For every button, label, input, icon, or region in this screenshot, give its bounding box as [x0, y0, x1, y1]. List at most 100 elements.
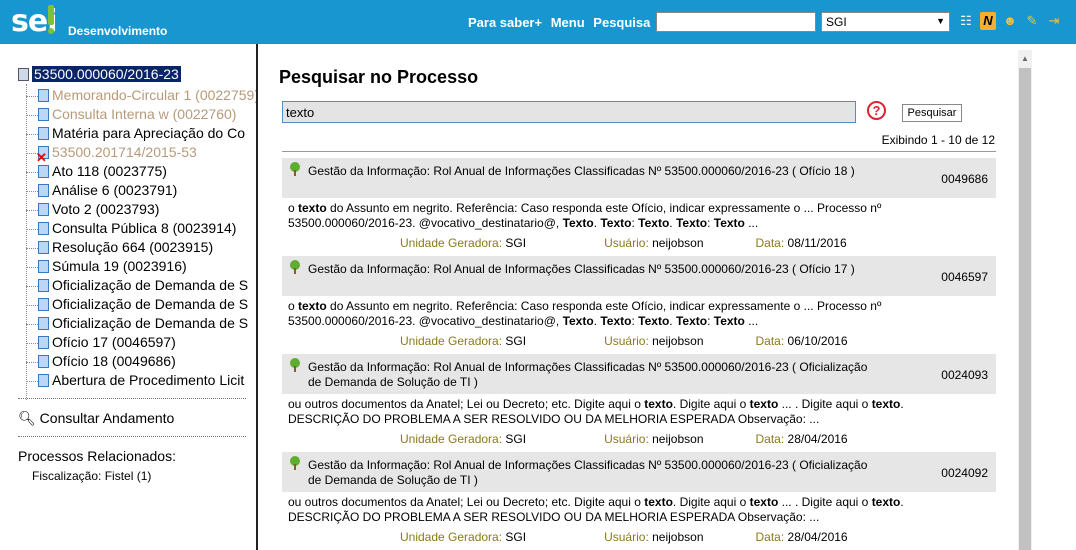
divider [282, 151, 996, 152]
tree-item[interactable]: Memorando-Circular 1 (0022759) [26, 86, 258, 105]
tree-item[interactable]: Oficialização de Demanda de S [26, 314, 248, 333]
date-label: Data: [755, 236, 785, 250]
result-card: Gestão da Informação: Rol Anual de Infor… [282, 256, 996, 348]
result-card: Gestão da Informação: Rol Anual de Infor… [282, 452, 996, 544]
tree-item[interactable]: Resolução 664 (0023915) [26, 238, 213, 257]
result-title[interactable]: Gestão da Informação: Rol Anual de Infor… [308, 458, 868, 488]
result-number[interactable]: 0024093 [941, 368, 988, 382]
tree-item[interactable]: Ofício 17 (0046597) [26, 333, 176, 352]
chevron-down-icon: ▼ [936, 16, 945, 26]
unit-select[interactable]: SGI ▼ [821, 12, 950, 32]
logo-mark [48, 5, 54, 25]
scroll-up-icon[interactable]: ▲ [1021, 54, 1029, 63]
tree-connector [26, 323, 38, 325]
tools-icon[interactable]: ✎ [1024, 12, 1040, 30]
link-para-saber[interactable]: Para saber+ [468, 15, 542, 30]
document-icon [38, 184, 49, 197]
list-icon[interactable]: ☷ [958, 12, 974, 30]
tree-connector [26, 209, 38, 211]
tree-item[interactable]: ✕ 53500.201714/2015-53 [26, 143, 197, 165]
tree-item-label: Consulta Interna w (0022760) [52, 106, 237, 122]
user-label: Usuário: [604, 334, 649, 348]
tree-item[interactable]: Ofício 18 (0049686) [26, 352, 176, 371]
date-value: 08/11/2016 [787, 236, 847, 250]
tree-item[interactable]: Ato 118 (0023775) [26, 162, 167, 181]
scrollbar-thumb[interactable] [1019, 68, 1031, 550]
cancelled-document-icon: ✕ [36, 146, 49, 165]
tree-item[interactable]: Oficialização de Demanda de S [26, 295, 248, 314]
consult-andamento-link[interactable]: 🔍︎ Consultar Andamento [18, 410, 174, 427]
consult-andamento-label: Consultar Andamento [39, 410, 175, 426]
link-pesquisa[interactable]: Pesquisa [593, 15, 650, 30]
date-value: 28/04/2016 [787, 432, 848, 446]
document-icon [38, 279, 49, 292]
tree-item-label: Oficialização de Demanda de S [52, 315, 249, 331]
result-number[interactable]: 0024092 [941, 466, 988, 480]
tree-connector [26, 95, 38, 97]
date-label: Data: [755, 432, 785, 446]
search-button[interactable]: Pesquisar [902, 104, 962, 122]
tree-connector [26, 228, 38, 230]
process-tree-panel: 53500.000060/2016-23 Memorando-Circular … [0, 44, 258, 550]
tree-item-label: Abertura de Procedimento Licit [52, 372, 245, 388]
tree-connector [26, 380, 38, 382]
result-card: Gestão da Informação: Rol Anual de Infor… [282, 354, 996, 446]
result-header: Gestão da Informação: Rol Anual de Infor… [282, 158, 996, 198]
user-label: Usuário: [604, 236, 649, 250]
divider [18, 398, 246, 399]
result-snippet: ou outros documentos da Anatel; Lei ou D… [288, 397, 904, 426]
document-icon [38, 203, 49, 216]
tree-item[interactable]: Consulta Interna w (0022760) [26, 105, 236, 124]
tree-item-label: Ato 118 (0023775) [52, 163, 167, 179]
result-title[interactable]: Gestão da Informação: Rol Anual de Infor… [308, 360, 868, 390]
tree-item-label: Memorando-Circular 1 (0022759) [52, 87, 258, 103]
tree-item[interactable]: Oficialização de Demanda de S [26, 276, 248, 295]
result-card: Gestão da Informação: Rol Anual de Infor… [282, 158, 996, 250]
search-input[interactable] [282, 101, 856, 123]
unit-label: Unidade Geradora: [400, 530, 503, 544]
result-number[interactable]: 0046597 [941, 270, 988, 284]
tree-item[interactable]: Análise 6 (0023791) [26, 181, 177, 200]
unit-label: Unidade Geradora: [400, 334, 503, 348]
date-label: Data: [755, 530, 785, 544]
scrollbar[interactable]: ▲ [1018, 50, 1032, 550]
unit-value: SGI [505, 236, 527, 250]
help-icon[interactable]: ? [867, 101, 886, 120]
tree-item[interactable]: Súmula 19 (0023916) [26, 257, 187, 276]
tree-item[interactable]: Consulta Pública 8 (0023914) [26, 219, 236, 238]
top-bar: sei Desenvolvimento Para saber+ Menu Pes… [0, 0, 1076, 44]
date-value: 06/10/2016 [787, 334, 848, 348]
user-value: neijobson [652, 432, 704, 446]
tree-item-label: Oficialização de Demanda de S [52, 277, 249, 293]
tree-icon [290, 162, 300, 176]
result-title[interactable]: Gestão da Informação: Rol Anual de Infor… [308, 262, 868, 277]
document-icon [38, 241, 49, 254]
top-search-input[interactable] [656, 12, 816, 32]
link-menu[interactable]: Menu [551, 15, 585, 30]
result-meta: Unidade Geradora: SGI Usuário: neijobson D… [400, 530, 848, 544]
result-header: Gestão da Informação: Rol Anual de Infor… [282, 256, 996, 296]
tree-item[interactable]: Abertura de Procedimento Licit [26, 371, 244, 390]
document-icon [38, 127, 49, 140]
results-count: Exibindo 1 - 10 de 12 [881, 133, 995, 147]
result-header: Gestão da Informação: Rol Anual de Infor… [282, 452, 996, 492]
tree-item[interactable]: Matéria para Apreciação do Co [26, 124, 245, 143]
tree-item-label: Oficialização de Demanda de S [52, 296, 249, 312]
unit-value: SGI [505, 334, 527, 348]
tree-item[interactable]: Voto 2 (0023793) [26, 200, 159, 219]
tree-connector [26, 247, 38, 249]
tree-connector [26, 266, 38, 268]
exit-icon[interactable]: ⇥ [1046, 12, 1062, 30]
user-icon[interactable]: ☻ [1002, 12, 1018, 30]
user-value: neijobson [652, 530, 704, 544]
news-icon[interactable]: N [980, 12, 996, 30]
tree-root[interactable]: 53500.000060/2016-23 [18, 66, 181, 82]
document-icon [38, 298, 49, 311]
unit-value: SGI [505, 432, 527, 446]
tree-connector [26, 114, 38, 116]
result-number[interactable]: 0049686 [941, 172, 988, 186]
result-title[interactable]: Gestão da Informação: Rol Anual de Infor… [308, 164, 868, 179]
tree-root-label: 53500.000060/2016-23 [32, 66, 181, 82]
tree-connector [26, 285, 38, 287]
related-process-item[interactable]: Fiscalização: Fistel (1) [32, 469, 151, 483]
